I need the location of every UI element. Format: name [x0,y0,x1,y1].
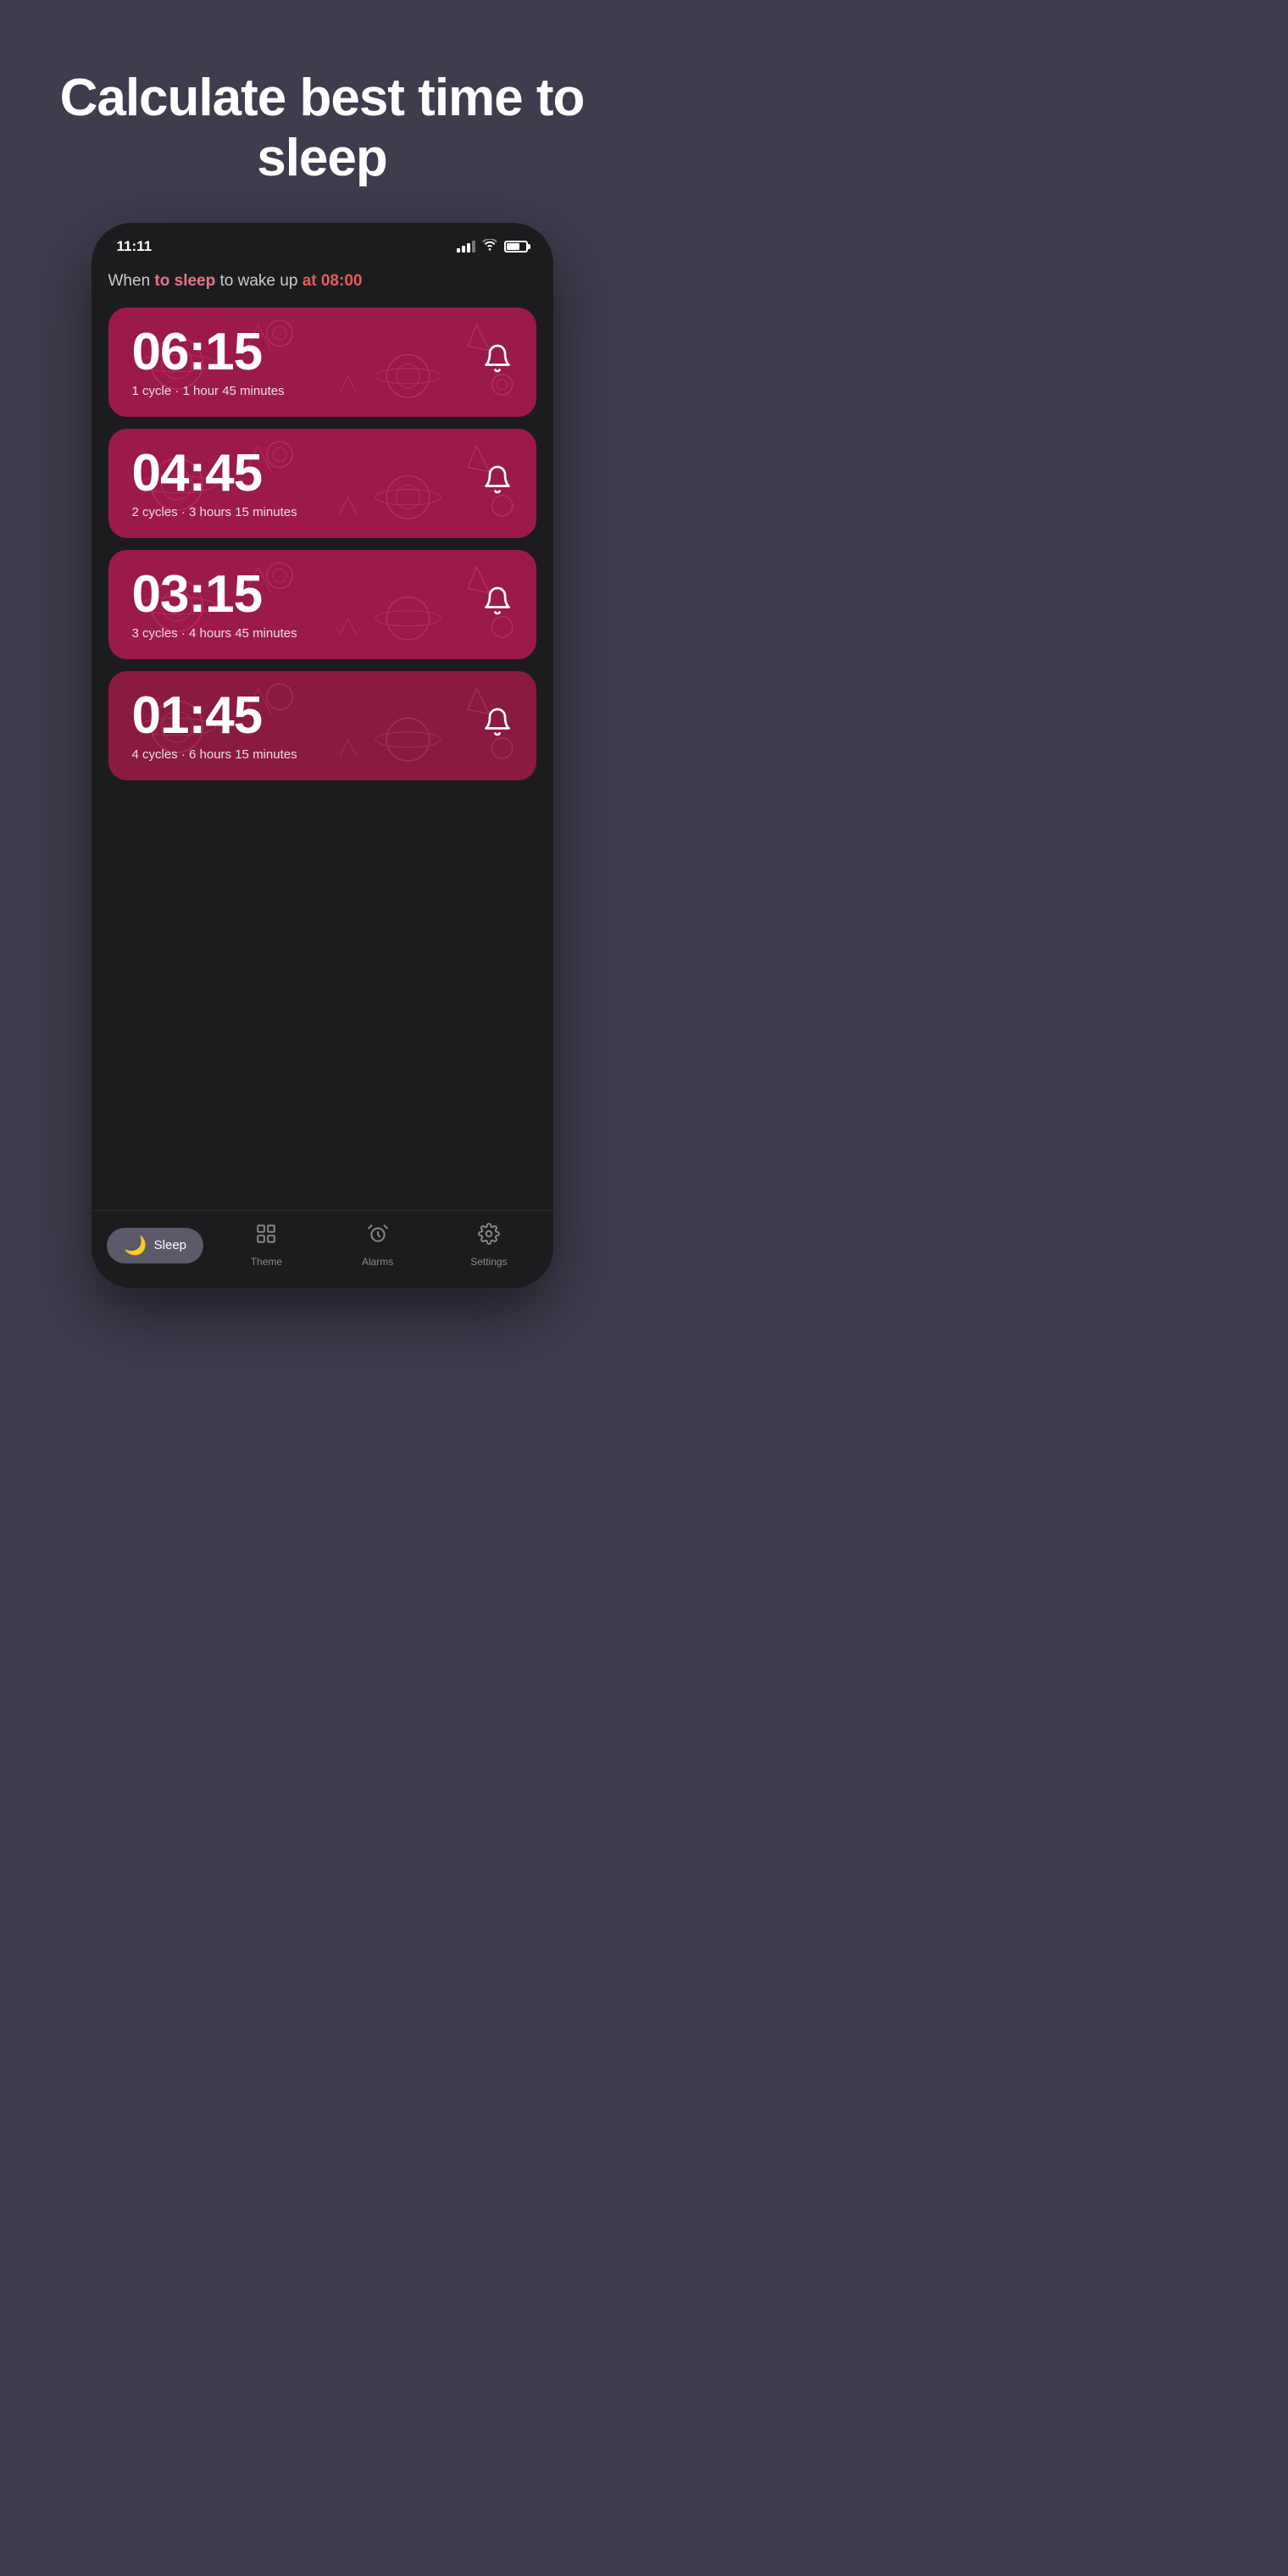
bell-icon-4 [482,707,513,745]
nav-item-settings[interactable]: Settings [433,1223,544,1268]
settings-icon [478,1223,500,1251]
sleep-card-3[interactable]: 03:15 3 cycles · 4 hours 45 minutes [108,550,536,659]
subtitle-highlight2: at 08:00 [303,272,363,290]
phone-frame: 11:11 When to sl [92,223,553,1288]
status-bar: 11:11 [92,223,553,264]
card-3-info: 03:15 3 cycles · 4 hours 45 minutes [132,569,297,641]
sleep-nav-label: Sleep [154,1238,186,1252]
bell-icon-1 [482,343,513,381]
status-time: 11:11 [117,238,153,255]
card-1-desc: 1 cycle · 1 hour 45 minutes [132,384,285,398]
bell-icon-3 [482,586,513,624]
page-subtitle: When to sleep to wake up at 08:00 [108,272,536,291]
page-headline: Calculate best time to sleep [0,0,644,223]
card-1-time: 06:15 [132,326,285,379]
card-3-desc: 3 cycles · 4 hours 45 minutes [132,626,297,641]
bottom-nav: 🌙 Sleep Theme [92,1210,553,1288]
theme-nav-label: Theme [251,1256,282,1268]
alarm-icon [367,1223,389,1251]
nav-item-alarms[interactable]: Alarms [322,1223,433,1268]
card-4-desc: 4 cycles · 6 hours 15 minutes [132,747,297,762]
nav-item-sleep[interactable]: 🌙 Sleep [100,1228,211,1263]
sleep-card-2[interactable]: 04:45 2 cycles · 3 hours 15 minutes [108,429,536,538]
battery-icon [504,241,528,253]
subtitle-highlight1: to sleep [154,272,215,290]
signal-icon [457,241,475,253]
status-icons [457,239,528,253]
wifi-icon [482,239,497,253]
subtitle-prefix: When [108,272,155,290]
sleep-card-4[interactable]: 01:45 4 cycles · 6 hours 15 minutes [108,671,536,780]
theme-icon [255,1223,277,1251]
sleep-nav-pill: 🌙 Sleep [107,1228,203,1263]
card-4-time: 01:45 [132,690,297,742]
card-2-info: 04:45 2 cycles · 3 hours 15 minutes [132,447,297,519]
phone-content: When to sleep to wake up at 08:00 [92,264,553,1210]
card-2-time: 04:45 [132,447,297,500]
alarms-nav-label: Alarms [362,1256,393,1268]
sleep-card-1[interactable]: 06:15 1 cycle · 1 hour 45 minutes [108,308,536,417]
card-2-desc: 2 cycles · 3 hours 15 minutes [132,505,297,519]
subtitle-middle: to wake up [220,272,303,290]
card-3-time: 03:15 [132,569,297,621]
settings-nav-label: Settings [470,1256,507,1268]
nav-item-theme[interactable]: Theme [211,1223,322,1268]
moon-icon: 🌙 [124,1235,147,1257]
card-1-info: 06:15 1 cycle · 1 hour 45 minutes [132,326,285,398]
sleep-cards-list: 06:15 1 cycle · 1 hour 45 minutes [108,308,536,780]
bell-icon-2 [482,464,513,502]
card-4-info: 01:45 4 cycles · 6 hours 15 minutes [132,690,297,762]
